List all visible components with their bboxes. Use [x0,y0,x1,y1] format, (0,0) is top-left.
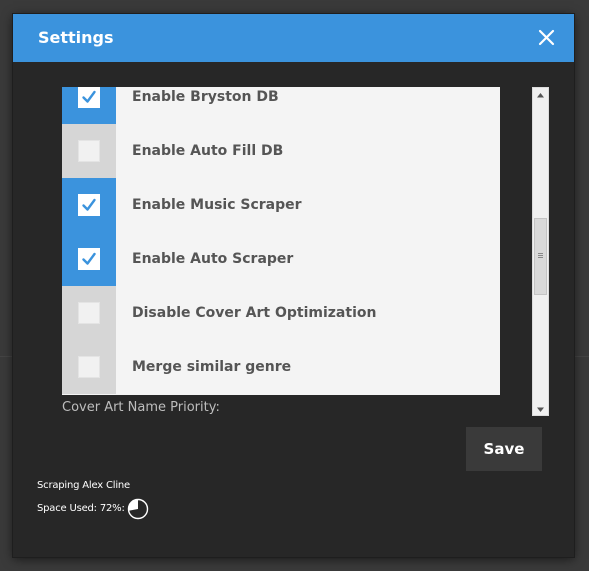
setting-label: Enable Auto Scraper [132,251,294,267]
setting-row[interactable]: Disable Cover Art Optimization [62,286,500,340]
setting-label: Merge similar genre [132,359,292,375]
scraping-status: Scraping Alex Cline [37,480,130,491]
setting-label: Enable Auto Fill DB [132,143,284,159]
space-used-pie-icon [127,498,149,520]
setting-row[interactable]: Merge similar genre [62,340,500,394]
close-button[interactable] [532,24,560,52]
setting-checkbox[interactable] [78,87,100,108]
setting-label: Enable Bryston DB [132,89,279,105]
checkbox-cell[interactable] [62,178,116,232]
scroll-up-button[interactable] [533,88,548,102]
checkbox-cell[interactable] [62,340,116,394]
checkbox-cell[interactable] [62,87,116,124]
checkbox-cell[interactable] [62,232,116,286]
checkmark-icon [82,252,96,265]
save-button[interactable]: Save [466,427,542,471]
grip-line [538,257,543,258]
scroll-down-icon [537,407,544,412]
setting-checkbox[interactable] [78,140,100,162]
setting-label: Enable Music Scraper [132,197,302,213]
setting-row[interactable]: Enable Bryston DB [62,87,500,124]
setting-checkbox[interactable] [78,248,100,270]
settings-dialog: Settings Enable Bryston DB Enable Auto Fi… [13,14,574,557]
checkmark-icon [82,198,96,211]
dialog-title: Settings [38,28,114,47]
setting-checkbox[interactable] [78,194,100,216]
settings-scrollbar[interactable] [532,87,549,416]
cover-art-priority-label: Cover Art Name Priority: [62,400,220,415]
grip-line [538,255,543,256]
setting-row[interactable]: Enable Auto Scraper [62,232,500,286]
settings-list: Enable Bryston DB Enable Auto Fill DB Enab… [62,87,500,394]
setting-checkbox[interactable] [78,302,100,324]
setting-label: Disable Cover Art Optimization [132,305,377,321]
setting-row[interactable]: Enable Music Scraper [62,178,500,232]
setting-checkbox[interactable] [78,356,100,378]
close-icon [538,29,555,46]
space-used-label: Space Used: 72%: [37,503,125,514]
scroll-up-icon [537,93,544,98]
scroll-thumb[interactable] [534,218,547,295]
grip-line [538,253,543,254]
checkmark-icon [82,90,96,103]
checkbox-cell[interactable] [62,286,116,340]
setting-row[interactable]: Enable Auto Fill DB [62,124,500,178]
checkbox-cell[interactable] [62,124,116,178]
dialog-header: Settings [13,14,574,62]
settings-list-viewport[interactable]: Enable Bryston DB Enable Auto Fill DB Enab… [62,87,500,395]
scroll-down-button[interactable] [533,401,548,415]
